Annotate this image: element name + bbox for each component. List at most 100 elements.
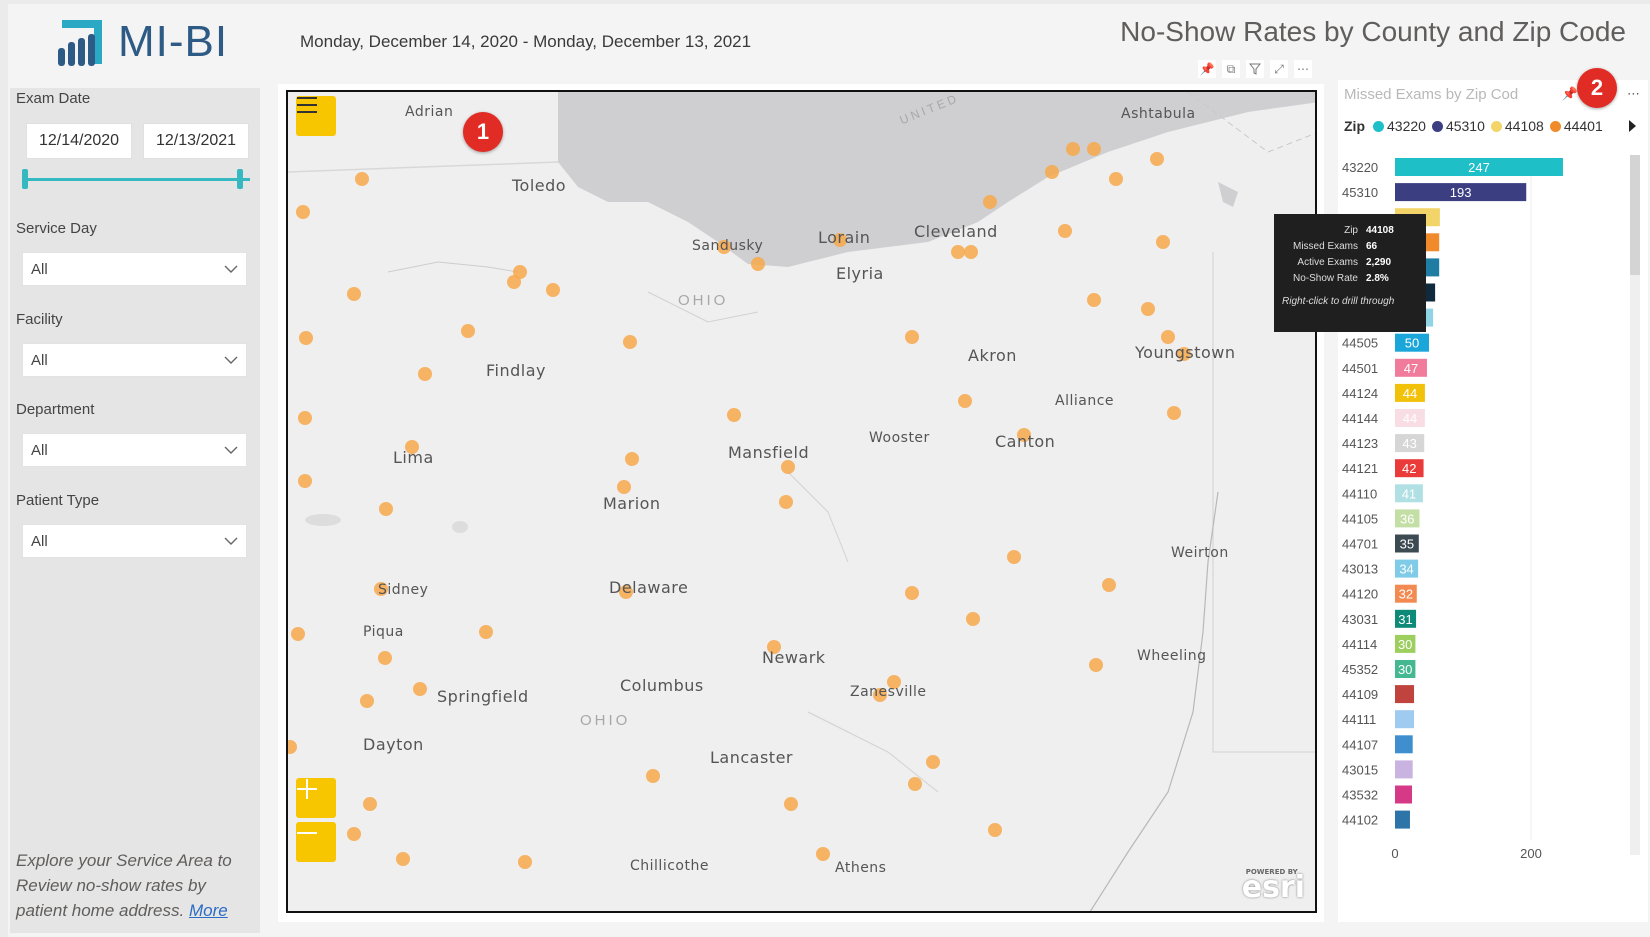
map-visual-header: 📌 ⧉ ⤢ ⋯ — [1198, 60, 1312, 78]
more-link[interactable]: More — [189, 901, 228, 920]
y-axis-tick-label: 44107 — [1342, 737, 1378, 752]
y-axis-tick-label: 44111 — [1342, 712, 1376, 727]
city-label: Marion — [603, 494, 661, 513]
patient-type-label: Patient Type — [16, 492, 100, 509]
end-date-input[interactable]: 12/13/2021 — [143, 123, 249, 159]
facility-value: All — [31, 351, 48, 369]
x-axis-tick-label: 0 — [1391, 846, 1398, 861]
service-day-label: Service Day — [16, 220, 97, 237]
city-label: Elyria — [836, 264, 884, 283]
chevron-down-icon — [224, 356, 238, 364]
tooltip-key: Zip — [1344, 224, 1358, 236]
data-label: 247 — [1468, 160, 1490, 175]
data-label: 30 — [1398, 662, 1412, 677]
y-axis-tick-label: 44114 — [1342, 637, 1377, 652]
city-label: Dayton — [363, 735, 424, 754]
y-axis-tick-label: 44701 — [1342, 537, 1378, 552]
data-label: 42 — [1402, 461, 1416, 476]
bar[interactable] — [1395, 785, 1412, 804]
data-label: 47 — [1404, 361, 1418, 376]
city-label: Newark — [762, 648, 826, 667]
y-axis-tick-label: 44110 — [1342, 486, 1377, 501]
tooltip-key: Active Exams — [1297, 256, 1358, 268]
bar-chart-visual: Missed Exams by Zip Code 📌 ⧉ ▽ ⋯ Zip 432… — [1338, 80, 1648, 922]
city-label: Delaware — [609, 578, 689, 597]
region-label-ohio-south: OHIO — [580, 712, 631, 729]
logo-text: MI-BI — [118, 17, 229, 66]
scrollbar[interactable] — [1630, 155, 1640, 855]
plus-icon — [297, 779, 317, 799]
tooltip-drill-text: Right-click to drill through — [1282, 296, 1395, 307]
y-axis-tick-label: 44102 — [1342, 813, 1378, 828]
city-label: Akron — [968, 346, 1017, 365]
bar[interactable] — [1395, 685, 1415, 704]
hamburger-menu-icon — [297, 97, 317, 113]
y-axis-tick-label: 44120 — [1342, 587, 1378, 602]
city-label: Wooster — [869, 430, 930, 446]
y-axis-tick-label: 44505 — [1342, 336, 1378, 351]
bar[interactable] — [1395, 760, 1413, 779]
service-day-value: All — [31, 260, 48, 278]
y-axis-tick-label: 44109 — [1342, 687, 1378, 702]
zoom-in-button[interactable] — [296, 778, 336, 818]
date-slider-track[interactable] — [25, 178, 250, 181]
esri-logo: POWERED BY esri — [1242, 868, 1305, 905]
copy-icon[interactable]: ⧉ — [1222, 60, 1240, 78]
focus-mode-icon[interactable]: ⤢ — [1270, 60, 1288, 78]
chevron-down-icon — [224, 446, 238, 454]
city-label: Weirton — [1171, 545, 1229, 561]
patient-type-dropdown[interactable]: All — [22, 524, 247, 558]
city-label: Ashtabula — [1121, 106, 1196, 122]
tooltip-key: No-Show Rate — [1292, 272, 1358, 284]
department-value: All — [31, 441, 48, 459]
bar[interactable] — [1395, 710, 1415, 729]
city-label: Piqua — [363, 624, 404, 640]
minus-icon — [297, 832, 317, 834]
data-label: 43 — [1402, 436, 1416, 451]
slicer-pane: Exam Date 12/14/2020 12/13/2021 Service … — [10, 88, 260, 933]
data-label: 50 — [1405, 336, 1419, 351]
date-slider-end-handle[interactable] — [237, 169, 243, 189]
city-label: Adrian — [405, 104, 454, 120]
city-label: Findlay — [486, 361, 546, 380]
start-date-input[interactable]: 12/14/2020 — [26, 123, 132, 159]
zoom-out-button[interactable] — [296, 822, 336, 862]
city-label: Columbus — [620, 676, 704, 695]
more-options-icon[interactable]: ⋯ — [1294, 60, 1312, 78]
exam-date-label: Exam Date — [16, 90, 91, 107]
explore-text: Explore your Service Area to Review no-s… — [16, 848, 246, 923]
department-dropdown[interactable]: All — [22, 433, 247, 467]
bar[interactable] — [1395, 735, 1413, 754]
data-label: 35 — [1400, 537, 1414, 552]
x-axis-tick-label: 200 — [1520, 846, 1542, 861]
filter-icon[interactable] — [1246, 60, 1264, 78]
data-label: 36 — [1400, 511, 1414, 526]
esri-powered-text: POWERED BY — [1245, 868, 1298, 876]
y-axis-tick-label: 43532 — [1342, 788, 1378, 803]
city-label: Springfield — [437, 687, 529, 706]
facility-dropdown[interactable]: All — [22, 343, 247, 377]
y-axis-tick-label: 43220 — [1342, 160, 1378, 175]
service-day-dropdown[interactable]: All — [22, 252, 247, 286]
data-label: 32 — [1399, 587, 1413, 602]
map-basemap — [288, 92, 1315, 911]
data-label: 44 — [1403, 386, 1417, 401]
bar[interactable] — [1395, 810, 1410, 829]
data-label: 30 — [1398, 637, 1412, 652]
y-axis-tick-label: 43015 — [1342, 762, 1378, 777]
y-axis-tick-label: 43013 — [1342, 562, 1378, 577]
scrollbar-thumb[interactable] — [1630, 155, 1640, 275]
city-label: Canton — [995, 432, 1056, 451]
city-label: Lorain — [818, 228, 871, 247]
city-label: Toledo — [512, 176, 567, 195]
tooltip-row: No-Show Rate 2.8% — [1282, 270, 1418, 286]
tooltip-key: Missed Exams — [1292, 240, 1358, 252]
pin-icon[interactable]: 📌 — [1198, 60, 1216, 78]
city-label: Alliance — [1055, 393, 1115, 409]
date-slider-start-handle[interactable] — [22, 169, 28, 189]
data-label: 34 — [1399, 562, 1413, 577]
map-canvas[interactable]: OHIO OHIO UNITED Adrian Toledo Sandusky … — [286, 90, 1317, 913]
map-menu-button[interactable] — [296, 96, 336, 136]
y-axis-tick-label: 44124 — [1342, 386, 1378, 401]
city-label: Chillicothe — [630, 858, 709, 874]
